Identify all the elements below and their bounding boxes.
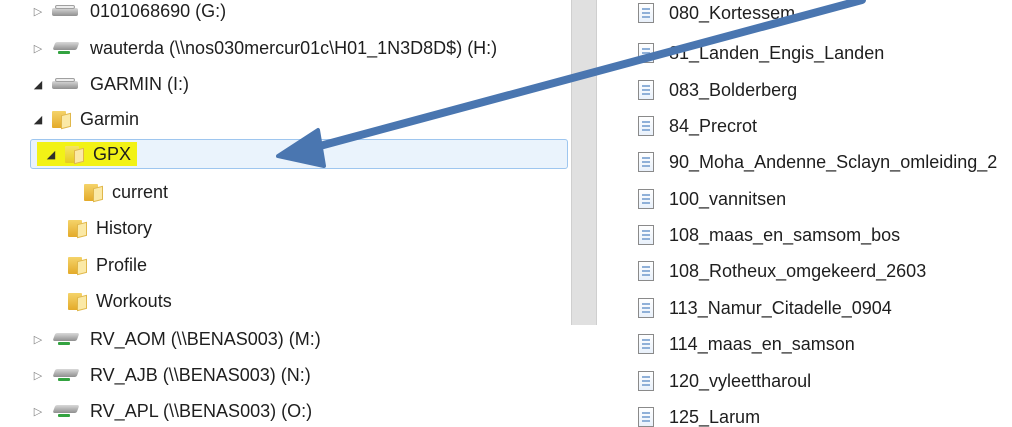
tree-item-drive-g[interactable]: ▷ 0101068690 (G:) xyxy=(30,0,226,26)
tree-item-history[interactable]: History xyxy=(68,213,152,243)
folder-icon xyxy=(52,110,70,128)
file-item[interactable]: 108_maas_en_samsom_bos xyxy=(598,220,900,250)
file-icon xyxy=(638,261,654,281)
collapse-arrow-icon[interactable]: ◢ xyxy=(30,78,46,91)
tree-item-garmin[interactable]: ◢ Garmin xyxy=(30,104,139,134)
network-drive-icon xyxy=(52,40,80,56)
folder-icon xyxy=(68,256,86,274)
file-item[interactable]: 108_Rotheux_omgekeerd_2603 xyxy=(598,256,926,286)
file-item[interactable]: 81_Landen_Engis_Landen xyxy=(598,38,884,68)
drive-icon xyxy=(52,78,80,90)
file-name: 90_Moha_Andenne_Sclayn_omleiding_2 xyxy=(669,151,998,172)
tree-item-gpx[interactable]: ◢ GPX xyxy=(30,139,568,169)
tree-item-drive-h[interactable]: ▷ wauterda (\\nos030mercur01c\H01_1N3D8D… xyxy=(30,33,497,63)
file-item[interactable]: 120_vyleettharoul xyxy=(598,366,811,396)
file-icon xyxy=(638,407,654,427)
tree-item-label: Workouts xyxy=(96,290,172,311)
tree-item-label: 0101068690 (G:) xyxy=(90,0,227,21)
tree-item-label: wauterda (\\nos030mercur01c\H01_1N3D8D$)… xyxy=(90,37,498,58)
tree-item-drive-m[interactable]: ▷ RV_AOM (\\BENAS003) (M:) xyxy=(30,324,321,354)
file-icon xyxy=(638,225,654,245)
navigation-tree: ▷ 0101068690 (G:) ▷ wauterda (\\nos030me… xyxy=(0,0,568,427)
file-name: 108_Rotheux_omgekeerd_2603 xyxy=(669,260,927,281)
network-drive-icon xyxy=(52,403,80,419)
expand-arrow-icon[interactable]: ▷ xyxy=(30,405,46,418)
file-icon xyxy=(638,334,654,354)
tree-item-label: History xyxy=(96,217,153,238)
file-name: 81_Landen_Engis_Landen xyxy=(669,42,885,63)
tree-item-profile[interactable]: Profile xyxy=(68,250,147,280)
expand-arrow-icon[interactable]: ▷ xyxy=(30,42,46,55)
tree-item-current[interactable]: current xyxy=(84,177,168,207)
file-item[interactable]: 84_Precrot xyxy=(598,111,757,141)
file-item[interactable]: 90_Moha_Andenne_Sclayn_omleiding_2 xyxy=(598,147,997,177)
file-name: 083_Bolderberg xyxy=(669,79,798,100)
expand-arrow-icon[interactable]: ▷ xyxy=(30,5,46,18)
tree-item-workouts[interactable]: Workouts xyxy=(68,286,172,316)
file-name: 080_Kortessem xyxy=(669,2,796,23)
file-list: 080_Kortessem 81_Landen_Engis_Landen 083… xyxy=(598,0,1012,427)
file-item[interactable]: 125_Larum xyxy=(598,402,760,427)
tree-item-drive-n[interactable]: ▷ RV_AJB (\\BENAS003) (N:) xyxy=(30,360,311,390)
collapse-arrow-icon[interactable]: ◢ xyxy=(43,148,59,161)
scrollbar-thumb[interactable] xyxy=(571,0,597,325)
file-name: 100_vannitsen xyxy=(669,188,787,209)
collapse-arrow-icon[interactable]: ◢ xyxy=(30,113,46,126)
tree-item-drive-i[interactable]: ◢ GARMIN (I:) xyxy=(30,69,189,99)
expand-arrow-icon[interactable]: ▷ xyxy=(30,369,46,382)
file-icon xyxy=(638,80,654,100)
file-name: 84_Precrot xyxy=(669,115,758,136)
file-item[interactable]: 114_maas_en_samson xyxy=(598,329,855,359)
tree-item-label: RV_APL (\\BENAS003) (O:) xyxy=(90,400,313,421)
tree-item-label: Garmin xyxy=(80,108,140,129)
tree-item-label: RV_AOM (\\BENAS003) (M:) xyxy=(90,328,321,349)
tree-item-label: GPX xyxy=(93,143,132,164)
tree-item-label: Profile xyxy=(96,254,148,275)
file-item[interactable]: 113_Namur_Citadelle_0904 xyxy=(598,293,892,323)
tree-item-drive-o[interactable]: ▷ RV_APL (\\BENAS003) (O:) xyxy=(30,396,312,426)
folder-icon xyxy=(68,292,86,310)
file-icon xyxy=(638,298,654,318)
file-name: 125_Larum xyxy=(669,406,761,427)
file-icon xyxy=(638,189,654,209)
tree-item-label: RV_AJB (\\BENAS003) (N:) xyxy=(90,364,311,385)
expand-arrow-icon[interactable]: ▷ xyxy=(30,333,46,346)
file-name: 120_vyleettharoul xyxy=(669,370,812,391)
folder-icon xyxy=(84,183,102,201)
tree-item-label: current xyxy=(112,181,169,202)
file-icon xyxy=(638,3,654,23)
file-icon xyxy=(638,371,654,391)
tree-item-label: GARMIN (I:) xyxy=(90,73,189,94)
file-item[interactable]: 100_vannitsen xyxy=(598,184,786,214)
file-icon xyxy=(638,152,654,172)
file-item[interactable]: 083_Bolderberg xyxy=(598,75,797,105)
file-icon xyxy=(638,116,654,136)
file-name: 108_maas_en_samsom_bos xyxy=(669,224,901,245)
file-name: 114_maas_en_samson xyxy=(669,333,855,354)
file-item[interactable]: 080_Kortessem xyxy=(598,0,795,28)
file-name: 113_Namur_Citadelle_0904 xyxy=(669,297,892,318)
file-icon xyxy=(638,43,654,63)
network-drive-icon xyxy=(52,367,80,383)
folder-icon xyxy=(65,145,83,163)
drive-icon xyxy=(52,5,80,17)
folder-icon xyxy=(68,219,86,237)
highlight-marker: ◢ GPX xyxy=(37,142,138,166)
network-drive-icon xyxy=(52,331,80,347)
